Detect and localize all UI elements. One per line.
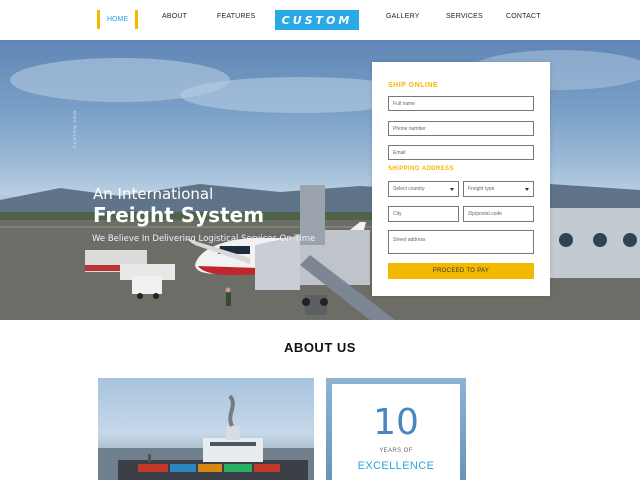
nav-item-features[interactable]: FEATURES bbox=[217, 13, 255, 20]
freight-type-select[interactable]: Freight type bbox=[463, 181, 534, 197]
street-address-input[interactable]: Street address bbox=[388, 230, 534, 254]
shipping-address-heading: SHIPPING ADDRESS bbox=[388, 166, 454, 172]
nav-item-services[interactable]: SERVICES bbox=[446, 13, 483, 20]
form-heading: SHIP ONLINE bbox=[388, 82, 439, 89]
zip-input[interactable]: Zip/postal code bbox=[463, 206, 534, 222]
country-select-label: Select country bbox=[393, 186, 425, 192]
phone-input[interactable]: Phone number bbox=[388, 121, 534, 136]
chevron-down-icon bbox=[525, 188, 529, 191]
nav-home-label: HOME bbox=[107, 16, 128, 23]
nav-item-about[interactable]: ABOUT bbox=[162, 13, 187, 20]
chevron-down-icon bbox=[450, 188, 454, 191]
proceed-to-pay-button[interactable]: PROCEED TO PAY bbox=[388, 263, 534, 279]
cargo-ship-image bbox=[98, 378, 314, 480]
excellence-label: EXCELLENCE bbox=[357, 460, 435, 472]
hero-vertical-tag: CUSTOM.COM bbox=[72, 110, 77, 148]
street-placeholder: Street address bbox=[393, 237, 426, 243]
hero-subtitle: An International bbox=[93, 185, 214, 203]
hero-tagline: We Believe In Delivering Logistical Serv… bbox=[92, 234, 316, 244]
years-number: 10 bbox=[373, 402, 419, 443]
country-select[interactable]: Select country bbox=[388, 181, 459, 197]
hero-title: Freight System bbox=[93, 203, 265, 227]
nav-item-contact[interactable]: CONTACT bbox=[506, 13, 541, 20]
city-input[interactable]: City bbox=[388, 206, 459, 222]
top-nav: HOME ABOUT FEATURES CUSTOM GALLERY SERVI… bbox=[0, 0, 640, 40]
zip-placeholder: Zip/postal code bbox=[468, 211, 502, 217]
about-title: ABOUT US bbox=[284, 340, 356, 355]
phone-placeholder: Phone number bbox=[393, 125, 426, 132]
logo-text: CUSTOM bbox=[281, 13, 353, 27]
city-placeholder: City bbox=[393, 211, 402, 217]
email-placeholder: Email bbox=[393, 149, 406, 156]
nav-item-gallery[interactable]: GALLERY bbox=[386, 13, 420, 20]
nav-item-home[interactable]: HOME bbox=[97, 10, 138, 29]
email-input[interactable]: Email bbox=[388, 145, 534, 160]
full-name-placeholder: Full name bbox=[393, 100, 415, 107]
freight-select-label: Freight type bbox=[468, 186, 495, 192]
years-of-label: YEARS OF bbox=[379, 448, 413, 454]
full-name-input[interactable]: Full name bbox=[388, 96, 534, 111]
cargo-ship-illustration bbox=[98, 394, 314, 480]
site-logo[interactable]: CUSTOM bbox=[275, 10, 359, 30]
ship-online-form: SHIP ONLINE Full name Phone number Email… bbox=[372, 62, 550, 296]
